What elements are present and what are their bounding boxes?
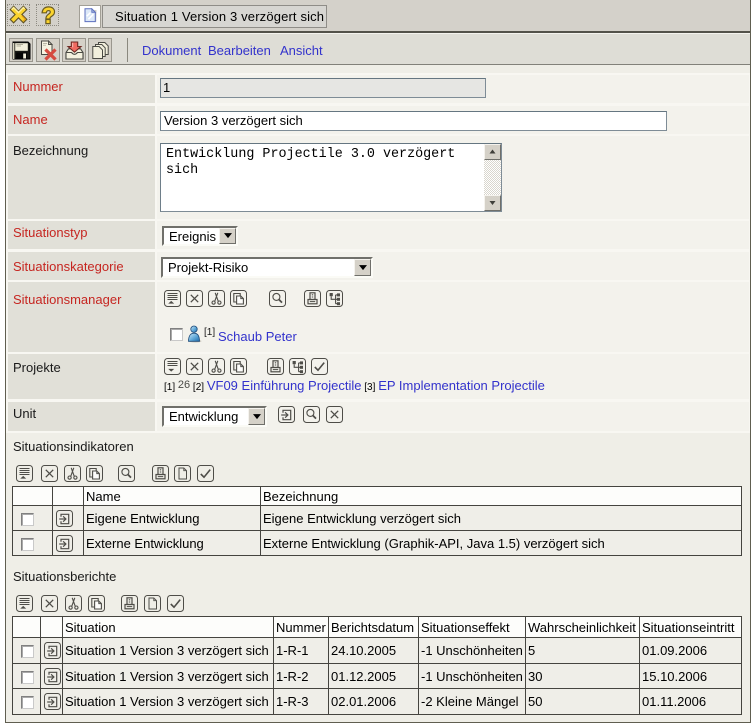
svg-text:?: ? [42, 4, 55, 27]
